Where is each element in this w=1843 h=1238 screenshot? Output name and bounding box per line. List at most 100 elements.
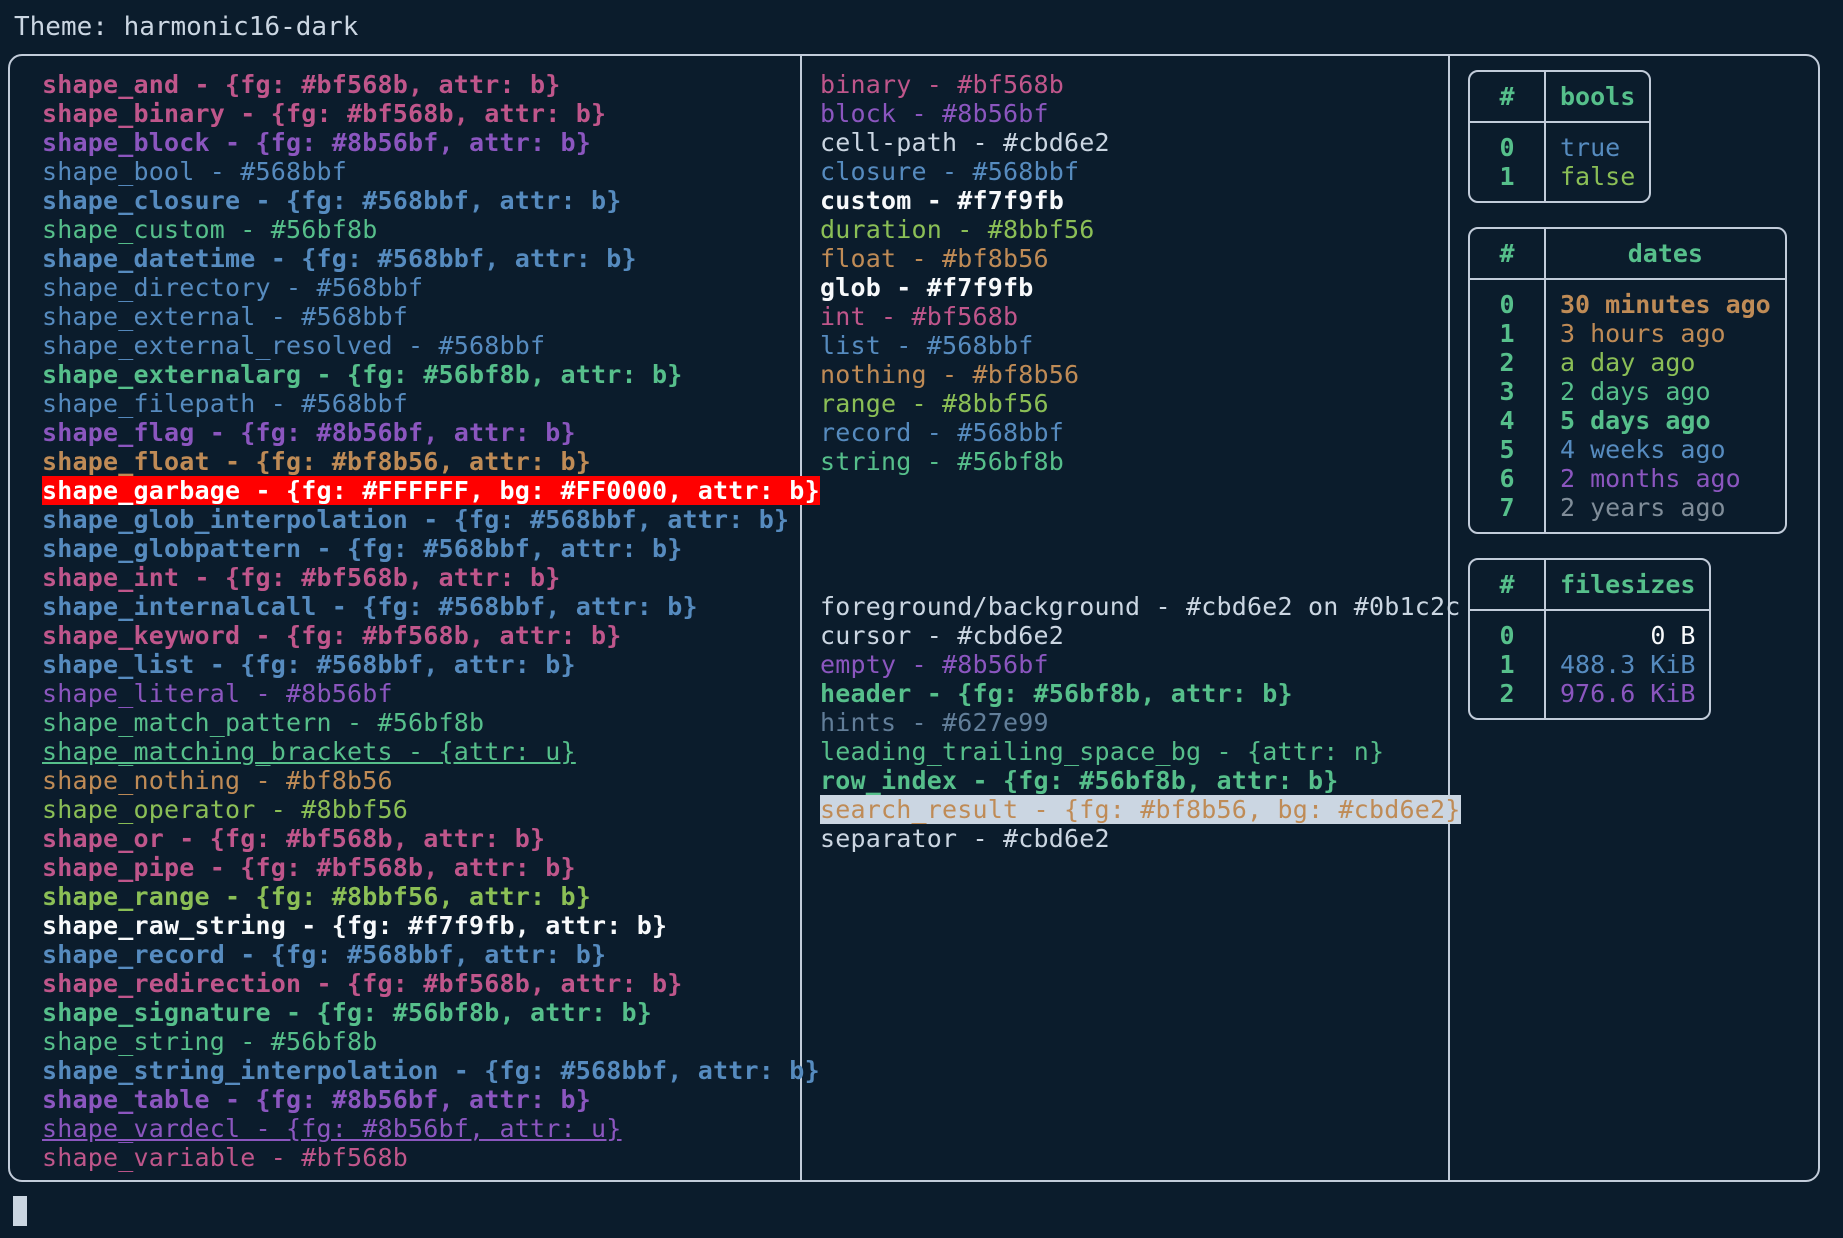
table-header-row: # filesizes: [1470, 560, 1710, 611]
row-value: a day ago: [1560, 348, 1696, 377]
row-index: 2: [1470, 679, 1546, 718]
row-value: 30 minutes ago: [1560, 290, 1771, 319]
table-row: 1 false: [1470, 162, 1649, 201]
shape-line: shape_int - {fg: #bf568b, attr: b}: [42, 563, 561, 592]
row-value: 4 weeks ago: [1560, 435, 1726, 464]
type-line: record - #568bbf: [820, 418, 1065, 447]
table-dates: # dates 0 30 minutes ago 1 3 hours ago 2 a day …: [1468, 227, 1787, 534]
type-line: block - #8b56bf: [820, 99, 1049, 128]
table-row: 1 3 hours ago: [1470, 319, 1785, 348]
column-header-value: bools: [1546, 72, 1650, 123]
row-index: 5: [1470, 435, 1546, 464]
column-header-index: #: [1470, 229, 1546, 280]
table-row: 7 2 years ago: [1470, 493, 1785, 532]
shape-line: shape_custom - #56bf8b: [42, 215, 378, 244]
ui-element-line: separator - #cbd6e2: [820, 824, 1110, 853]
row-index: 4: [1470, 406, 1546, 435]
table-header-row: # dates: [1470, 229, 1785, 280]
column-header-value: dates: [1546, 229, 1785, 280]
shape-line: shape_garbage - {fg: #FFFFFF, bg: #FF000…: [42, 476, 820, 505]
shape-line: shape_literal - #8b56bf: [42, 679, 393, 708]
table-row: 2 a day ago: [1470, 348, 1785, 377]
table-row: 0 true: [1470, 123, 1649, 162]
ui-element-line: cursor - #cbd6e2: [820, 621, 1065, 650]
type-line: glob - #f7f9fb: [820, 273, 1034, 302]
table-row: 0 30 minutes ago: [1470, 280, 1785, 319]
panel-divider-left: [800, 54, 802, 1182]
shape-line: shape_table - {fg: #8b56bf, attr: b}: [42, 1085, 592, 1114]
shape-line: shape_block - {fg: #8b56bf, attr: b}: [42, 128, 592, 157]
shape-line: shape_vardecl - {fg: #8b56bf, attr: u}: [42, 1114, 622, 1143]
table-row: 4 5 days ago: [1470, 406, 1785, 435]
row-value: 976.6 KiB: [1560, 679, 1696, 708]
type-line: list - #568bbf: [820, 331, 1034, 360]
column-header-index: #: [1470, 72, 1546, 123]
shape-line: shape_external - #568bbf: [42, 302, 409, 331]
shape-line: shape_redirection - {fg: #bf568b, attr: …: [42, 969, 683, 998]
row-value: 0 B: [1650, 621, 1696, 650]
ui-element-line: empty - #8b56bf: [820, 650, 1049, 679]
type-line: closure - #568bbf: [820, 157, 1080, 186]
shape-line: shape_glob_interpolation - {fg: #568bbf,…: [42, 505, 790, 534]
row-index: 1: [1470, 162, 1546, 201]
shape-line: shape_match_pattern - #56bf8b: [42, 708, 485, 737]
table-row: 2 976.6 KiB: [1470, 679, 1709, 718]
shape-line: shape_string - #56bf8b: [42, 1027, 378, 1056]
ui-element-line: foreground/background - #cbd6e2 on #0b1c…: [820, 592, 1461, 621]
shape-line: shape_variable - #bf568b: [42, 1143, 409, 1172]
shape-line: shape_globpattern - {fg: #568bbf, attr: …: [42, 534, 683, 563]
type-line: int - #bf568b: [820, 302, 1019, 331]
shape-line: shape_datetime - {fg: #568bbf, attr: b}: [42, 244, 637, 273]
shape-line: shape_external_resolved - #568bbf: [42, 331, 546, 360]
block-cursor: [13, 1196, 27, 1226]
row-value: false: [1560, 162, 1636, 191]
row-value: 2 days ago: [1560, 377, 1711, 406]
shape-line: shape_raw_string - {fg: #f7f9fb, attr: b…: [42, 911, 668, 940]
table-row: 6 2 months ago: [1470, 464, 1785, 493]
column-spacer: [820, 563, 1440, 592]
table-row: 5 4 weeks ago: [1470, 435, 1785, 464]
types-and-ui-column: binary - #bf568b block - #8b56bf cell-path…: [820, 70, 1461, 853]
ui-line-wrapper: search_result - {fg: #bf8b56, bg: #cbd6e…: [820, 795, 1461, 824]
table-filesizes: # filesizes 0 0 B 1 488.3 KiB 2 976.6 KiB: [1468, 558, 1712, 720]
table-row: 3 2 days ago: [1470, 377, 1785, 406]
column-header-index: #: [1470, 560, 1546, 611]
row-index: 2: [1470, 348, 1546, 377]
row-index: 6: [1470, 464, 1546, 493]
type-line: float - #bf8b56: [820, 244, 1049, 273]
row-index: 0: [1470, 611, 1546, 650]
row-value: 2 years ago: [1560, 493, 1726, 522]
shape-line: shape_and - {fg: #bf568b, attr: b}: [42, 70, 561, 99]
terminal-window: Theme: harmonic16-dark shape_and - {fg: …: [0, 0, 1843, 1238]
shape-line: shape_list - {fg: #568bbf, attr: b}: [42, 650, 576, 679]
type-line: duration - #8bbf56: [820, 215, 1095, 244]
column-spacer: [820, 476, 1440, 563]
row-value: true: [1560, 133, 1621, 162]
row-index: 0: [1470, 280, 1546, 319]
shape-line: shape_keyword - {fg: #bf568b, attr: b}: [42, 621, 622, 650]
row-value: 5 days ago: [1560, 406, 1711, 435]
shape-line-wrapper: shape_garbage - {fg: #FFFFFF, bg: #FF000…: [42, 476, 820, 505]
shape-line: shape_internalcall - {fg: #568bbf, attr:…: [42, 592, 698, 621]
ui-element-line: row_index - {fg: #56bf8b, attr: b}: [820, 766, 1339, 795]
shape-line: shape_string_interpolation - {fg: #568bb…: [42, 1056, 820, 1085]
row-index: 1: [1470, 319, 1546, 348]
table-row: 0 0 B: [1470, 611, 1709, 650]
shape-line: shape_pipe - {fg: #bf568b, attr: b}: [42, 853, 576, 882]
page-title: Theme: harmonic16-dark: [14, 12, 359, 42]
shape-line: shape_directory - #568bbf: [42, 273, 424, 302]
type-line: range - #8bbf56: [820, 389, 1049, 418]
shape-line: shape_operator - #8bbf56: [42, 795, 409, 824]
shape-line: shape_closure - {fg: #568bbf, attr: b}: [42, 186, 622, 215]
shape-line: shape_record - {fg: #568bbf, attr: b}: [42, 940, 607, 969]
shape-line: shape_range - {fg: #8bbf56, attr: b}: [42, 882, 592, 911]
shape-line: shape_externalarg - {fg: #56bf8b, attr: …: [42, 360, 683, 389]
shape-line: shape_nothing - #bf8b56: [42, 766, 393, 795]
ui-element-line: hints - #627e99: [820, 708, 1049, 737]
row-value: 2 months ago: [1560, 464, 1741, 493]
tables-column: # bools 0 true 1 false # dates 0 30 minutes ago 1 3…: [1468, 70, 1808, 744]
row-index: 0: [1470, 123, 1546, 162]
table-header-row: # bools: [1470, 72, 1650, 123]
ui-element-line: search_result - {fg: #bf8b56, bg: #cbd6e…: [820, 795, 1461, 824]
table-bools: # bools 0 true 1 false: [1468, 70, 1652, 203]
